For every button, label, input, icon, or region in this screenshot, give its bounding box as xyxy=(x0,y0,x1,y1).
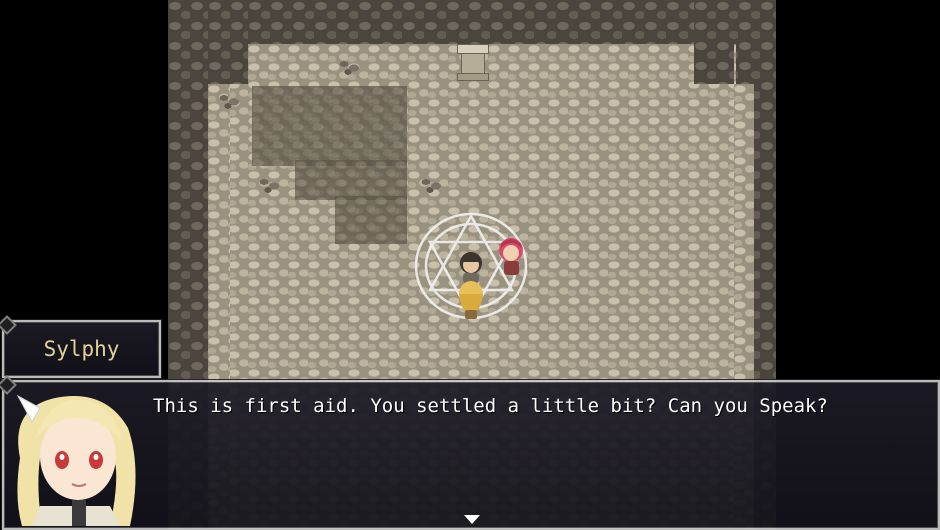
rubble-pile xyxy=(258,176,284,194)
worn-floor-patch xyxy=(252,86,407,166)
worn-floor-patch xyxy=(335,196,407,244)
dialogue-message: This is first aid. You settled a little … xyxy=(153,395,828,417)
triangle-down-icon[interactable] xyxy=(464,515,480,524)
rubble-pile xyxy=(218,92,248,120)
speaker-name-window: Sylphy xyxy=(0,315,161,378)
speaker-portrait xyxy=(16,394,136,526)
stone-wall-top xyxy=(248,0,694,44)
stone-pedestal[interactable] xyxy=(457,44,489,81)
blonde-character[interactable] xyxy=(455,280,487,320)
wall-pillar-right xyxy=(694,0,734,84)
wall-pillar-left xyxy=(208,0,248,84)
rubble-pile xyxy=(420,176,446,194)
worn-floor-patch xyxy=(295,160,407,200)
dark-haired-character[interactable] xyxy=(455,250,487,284)
speaker-name: Sylphy xyxy=(43,337,120,361)
pink-haired-character[interactable] xyxy=(495,236,529,278)
rubble-pile xyxy=(338,58,364,76)
